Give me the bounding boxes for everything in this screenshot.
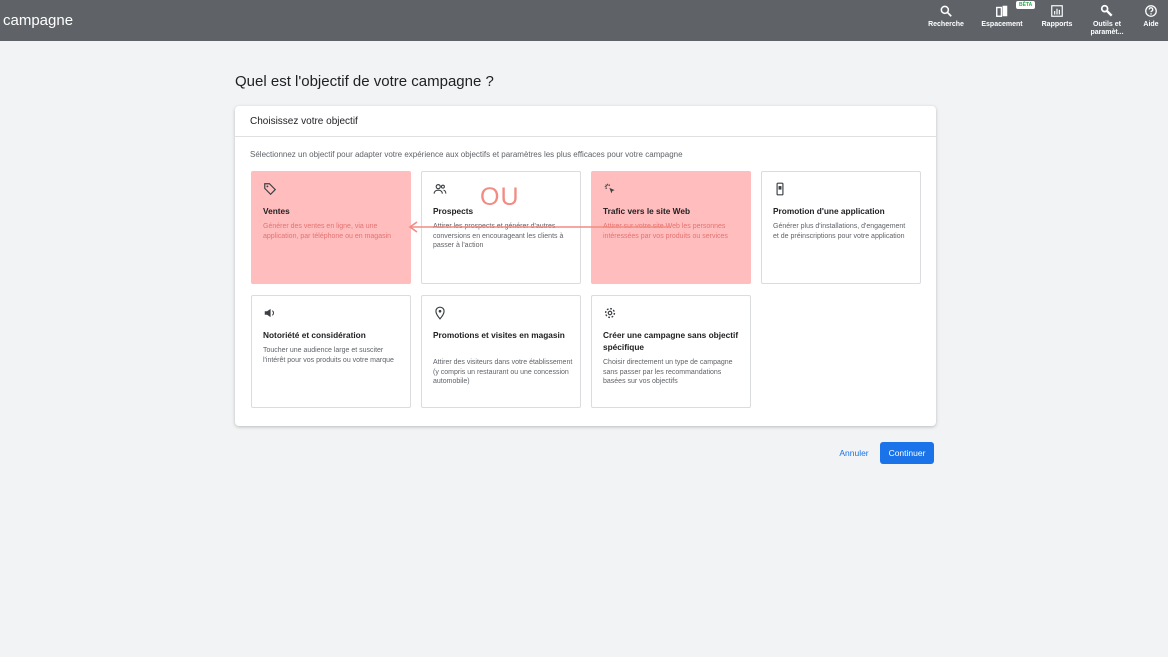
objective-title: Promotion d'une application: [773, 206, 885, 216]
settings-tool[interactable]: Outils et paramèt...: [1085, 4, 1129, 37]
objective-sales[interactable]: Ventes Générer des ventes en ligne, via …: [251, 171, 411, 284]
objective-description: Attirer des visiteurs dans votre établis…: [433, 359, 573, 385]
annotation-arrow: [408, 221, 670, 233]
help-tool[interactable]: Aide: [1137, 4, 1165, 29]
workspace-tool-label: Espacement: [981, 21, 1023, 28]
objective-description: Générer plus d'installations, d'engageme…: [773, 223, 906, 240]
bar-chart-icon: [1051, 5, 1063, 17]
top-bar: campagne Recherche Espacement BÊTA Rappo…: [0, 0, 1168, 41]
help-icon: [1145, 5, 1157, 17]
tag-icon: [264, 183, 277, 196]
search-tool[interactable]: Recherche: [925, 4, 967, 29]
settings-tool-label-2: paramèt...: [1090, 29, 1124, 36]
objective-title: Créer une campagne sans objectif spécifi…: [603, 330, 739, 352]
phone-icon: [776, 182, 784, 196]
speaker-icon: [264, 308, 275, 318]
objective-no-goal[interactable]: Créer une campagne sans objectif spécifi…: [591, 295, 751, 408]
help-tool-label: Aide: [1143, 21, 1159, 28]
objective-store-visits[interactable]: Promotions et visites en magasin Attirer…: [421, 295, 581, 408]
objective-heading: Quel est l'objectif de votre campagne ?: [235, 73, 494, 90]
settings-tool-label-1: Outils et: [1092, 21, 1121, 28]
beta-badge: BÊTA: [1016, 1, 1036, 9]
objective-awareness[interactable]: Notoriété et considération Toucher une a…: [251, 295, 411, 408]
reports-tool-label: Rapports: [1041, 21, 1073, 28]
card-header: Choisissez votre objectif: [235, 106, 936, 137]
people-icon: [433, 184, 447, 194]
objective-title: Trafic vers le site Web: [603, 206, 691, 216]
search-tool-label: Recherche: [928, 21, 964, 28]
gear-icon: [604, 307, 616, 319]
cancel-button[interactable]: Annuler: [832, 444, 876, 462]
cursor-click-icon: [604, 183, 615, 194]
or-annotation: OU: [480, 183, 520, 211]
wrench-icon: [1100, 4, 1113, 17]
objective-title: Promotions et visites en magasin: [433, 330, 565, 340]
page-title: campagne: [3, 12, 74, 29]
objective-description: Toucher une audience large et susciter l…: [263, 347, 394, 364]
objective-app-promotion[interactable]: Promotion d'une application Générer plus…: [761, 171, 921, 284]
objective-title: Notoriété et considération: [263, 330, 366, 340]
objective-card: Choisissez votre objectif Sélectionnez u…: [235, 106, 936, 426]
objective-description: Générer des ventes en ligne, via une app…: [263, 223, 392, 240]
location-pin-icon: [435, 306, 445, 320]
objective-description: Choisir directement un type de campagne …: [603, 359, 733, 385]
workspace-icon: [996, 5, 1008, 17]
search-icon: [940, 5, 952, 17]
card-header-title: Choisissez votre objectif: [250, 116, 358, 127]
reports-tool[interactable]: Rapports: [1037, 4, 1077, 29]
objective-title: Ventes: [263, 206, 290, 216]
continue-button[interactable]: Continuer: [880, 442, 934, 464]
instruction-text: Sélectionnez un objectif pour adapter vo…: [250, 150, 683, 159]
